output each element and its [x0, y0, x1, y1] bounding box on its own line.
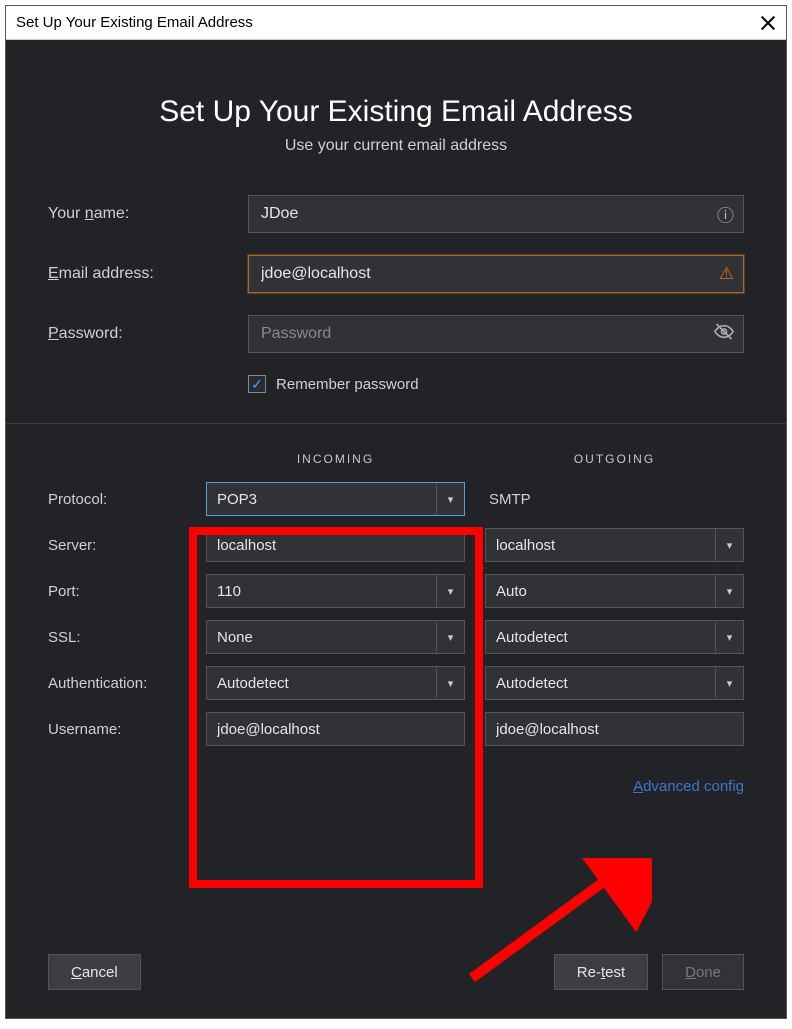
advanced-config-link[interactable]: Advanced config: [633, 778, 744, 795]
auth-in-select[interactable]: Autodetect ▾: [206, 666, 465, 700]
port-in-value: 110: [217, 583, 241, 600]
chevron-down-icon: ▾: [436, 621, 464, 653]
dialog-buttons: Cancel Re-test Done: [48, 954, 744, 990]
name-label: Your name:: [48, 205, 248, 223]
window-titlebar: Set Up Your Existing Email Address: [6, 6, 786, 40]
server-label: Server:: [48, 537, 206, 554]
auth-out-select[interactable]: Autodetect ▾: [485, 666, 744, 700]
outgoing-header: OUTGOING: [485, 452, 744, 466]
dialog-title: Set Up Your Existing Email Address: [26, 95, 766, 129]
email-setup-window: Set Up Your Existing Email Address Set U…: [5, 5, 787, 1019]
chevron-down-icon: ▾: [715, 667, 743, 699]
protocol-out-value: SMTP: [485, 482, 744, 516]
ssl-out-value: Autodetect: [496, 629, 568, 646]
server-config: INCOMING OUTGOING Protocol: POP3 ▾ SMTP …: [6, 424, 786, 768]
retest-button[interactable]: Re-test: [554, 954, 648, 990]
dialog-subtitle: Use your current email address: [26, 137, 766, 155]
server-out-value: localhost: [496, 537, 555, 554]
chevron-down-icon: ▾: [715, 575, 743, 607]
eye-off-icon[interactable]: [714, 322, 734, 347]
auth-in-value: Autodetect: [217, 675, 289, 692]
port-label: Port:: [48, 583, 206, 600]
port-in-select[interactable]: 110 ▾: [206, 574, 465, 608]
protocol-in-select[interactable]: POP3 ▾: [206, 482, 465, 516]
remember-label: Remember password: [276, 376, 419, 393]
protocol-in-value: POP3: [217, 491, 257, 508]
username-out-input[interactable]: [485, 712, 744, 746]
info-icon[interactable]: ⓘ: [717, 202, 734, 227]
chevron-down-icon: ▾: [436, 667, 464, 699]
chevron-down-icon: ▾: [436, 575, 464, 607]
dialog-header: Set Up Your Existing Email Address Use y…: [6, 40, 786, 185]
email-label: Email address:: [48, 265, 248, 283]
ssl-label: SSL:: [48, 629, 206, 646]
window-title: Set Up Your Existing Email Address: [16, 14, 253, 31]
port-out-select[interactable]: Auto ▾: [485, 574, 744, 608]
cancel-button[interactable]: Cancel: [48, 954, 141, 990]
auth-out-value: Autodetect: [496, 675, 568, 692]
done-button[interactable]: Done: [662, 954, 744, 990]
ssl-in-value: None: [217, 629, 253, 646]
server-out-select[interactable]: localhost ▾: [485, 528, 744, 562]
name-input[interactable]: [248, 195, 744, 233]
username-label: Username:: [48, 721, 206, 738]
chevron-down-icon: ▾: [436, 483, 464, 515]
username-in-input[interactable]: [206, 712, 465, 746]
ssl-in-select[interactable]: None ▾: [206, 620, 465, 654]
close-icon[interactable]: [760, 15, 776, 31]
remember-checkbox[interactable]: ✓: [248, 375, 266, 393]
warning-icon: ⚠: [719, 264, 734, 284]
chevron-down-icon: ▾: [715, 621, 743, 653]
auth-label: Authentication:: [48, 675, 206, 692]
server-in-input[interactable]: [206, 528, 465, 562]
chevron-down-icon: ▾: [715, 529, 743, 561]
port-out-value: Auto: [496, 583, 527, 600]
password-input[interactable]: [248, 315, 744, 353]
incoming-header: INCOMING: [206, 452, 465, 466]
password-label: Password:: [48, 325, 248, 343]
account-form: Your name: ⓘ Email address: ⚠ Password:: [6, 185, 786, 393]
protocol-label: Protocol:: [48, 491, 206, 508]
email-input[interactable]: [248, 255, 744, 293]
ssl-out-select[interactable]: Autodetect ▾: [485, 620, 744, 654]
